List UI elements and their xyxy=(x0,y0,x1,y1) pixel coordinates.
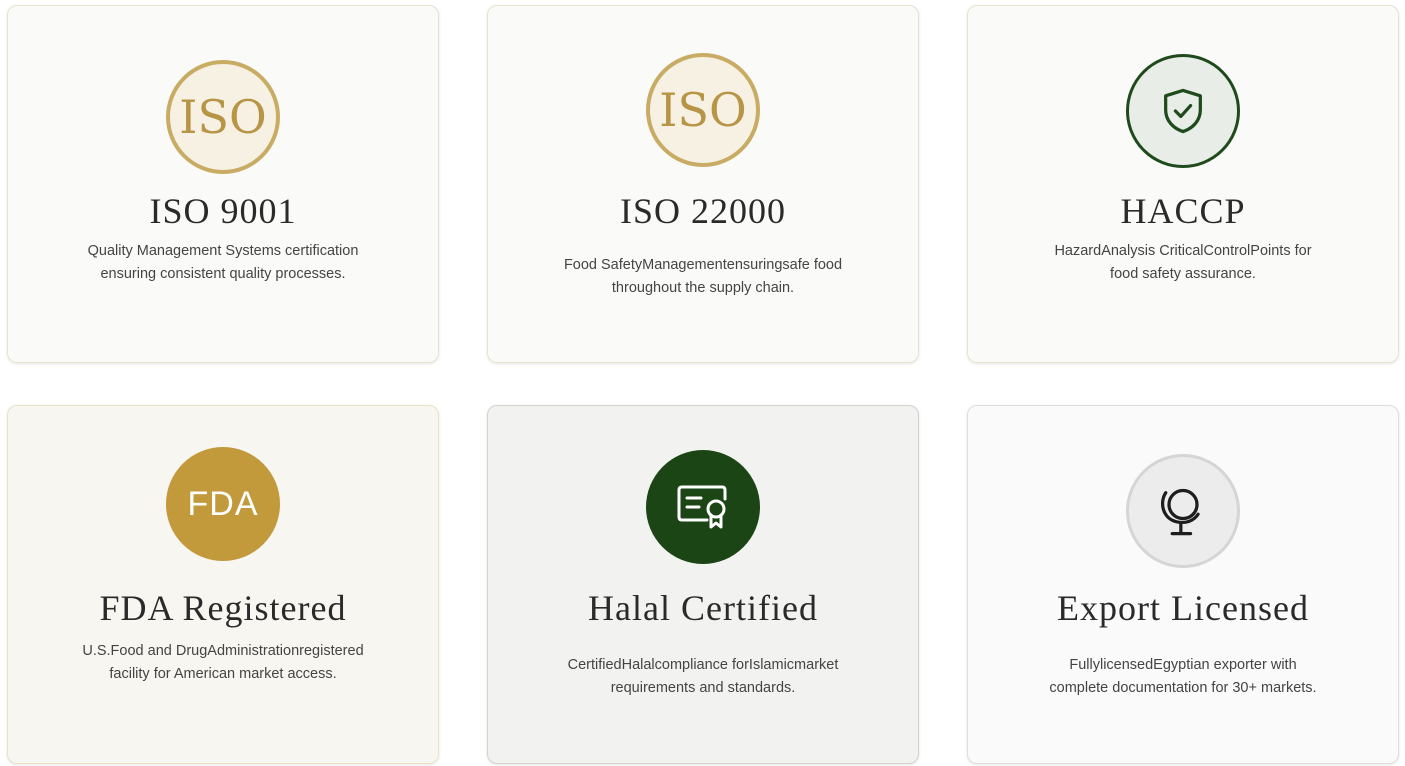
card-description-line: requirements and standards. xyxy=(610,680,796,696)
card-title: ISO 22000 xyxy=(619,191,786,231)
iso-badge-text: ISO xyxy=(179,90,267,144)
card-description: Quality Management Systems certification… xyxy=(8,240,438,286)
card-haccp: HACCP HazardAnalysis CriticalControlPoin… xyxy=(967,5,1399,363)
card-description-line: throughout the supply chain. xyxy=(611,280,795,296)
card-iso-22000: ISO ISO 22000 Food SafetyManagementensur… xyxy=(487,5,919,363)
fda-badge: FDA xyxy=(166,447,280,561)
card-description-line: Food SafetyManagementensuringsafe food xyxy=(563,257,843,273)
certificate-icon xyxy=(677,485,727,529)
shield-check-icon xyxy=(1164,88,1202,134)
card-description-line: CertifiedHalalcompliance forIslamicmarke… xyxy=(567,657,839,673)
card-description-line: food safety assurance. xyxy=(1110,266,1256,282)
card-fda-registered: FDA FDA Registered U.S.Food and DrugAdmi… xyxy=(7,405,439,764)
iso-badge: ISO xyxy=(646,53,760,167)
card-description-line: U.S.Food and DrugAdministrationregistere… xyxy=(82,643,364,659)
card-description-line: Quality Management Systems certification xyxy=(87,243,359,259)
iso-badge: ISO xyxy=(166,60,280,174)
card-description: FullylicensedEgyptian exporter with comp… xyxy=(968,654,1398,700)
halal-badge xyxy=(646,450,760,564)
card-title: Export Licensed xyxy=(1057,588,1309,628)
card-description: CertifiedHalalcompliance forIslamicmarke… xyxy=(488,654,918,700)
card-description: Food SafetyManagementensuringsafe food t… xyxy=(488,254,918,300)
card-description: HazardAnalysis CriticalControlPoints for… xyxy=(968,240,1398,286)
export-badge xyxy=(1126,454,1240,568)
card-title: Halal Certified xyxy=(588,588,818,628)
card-description-line: ensuring consistent quality processes. xyxy=(100,266,346,282)
card-title: FDA Registered xyxy=(99,588,347,628)
card-iso-9001: ISO ISO 9001 Quality Management Systems … xyxy=(7,5,439,363)
haccp-badge xyxy=(1126,54,1240,168)
card-description-line: HazardAnalysis CriticalControlPoints for xyxy=(1054,243,1312,259)
card-halal-certified: Halal Certified CertifiedHalalcompliance… xyxy=(487,405,919,764)
card-export-licensed: Export Licensed FullylicensedEgyptian ex… xyxy=(967,405,1399,764)
card-title: HACCP xyxy=(1120,191,1246,231)
globe-icon xyxy=(1161,488,1200,536)
iso-badge-text: ISO xyxy=(659,83,747,137)
fda-badge-text: FDA xyxy=(187,484,259,523)
card-description: U.S.Food and DrugAdministrationregistere… xyxy=(8,640,438,686)
card-description-line: facility for American market access. xyxy=(109,666,337,682)
card-description-line: FullylicensedEgyptian exporter with xyxy=(1069,657,1297,673)
card-description-line: complete documentation for 30+ markets. xyxy=(1049,680,1317,696)
card-title: ISO 9001 xyxy=(149,191,297,231)
